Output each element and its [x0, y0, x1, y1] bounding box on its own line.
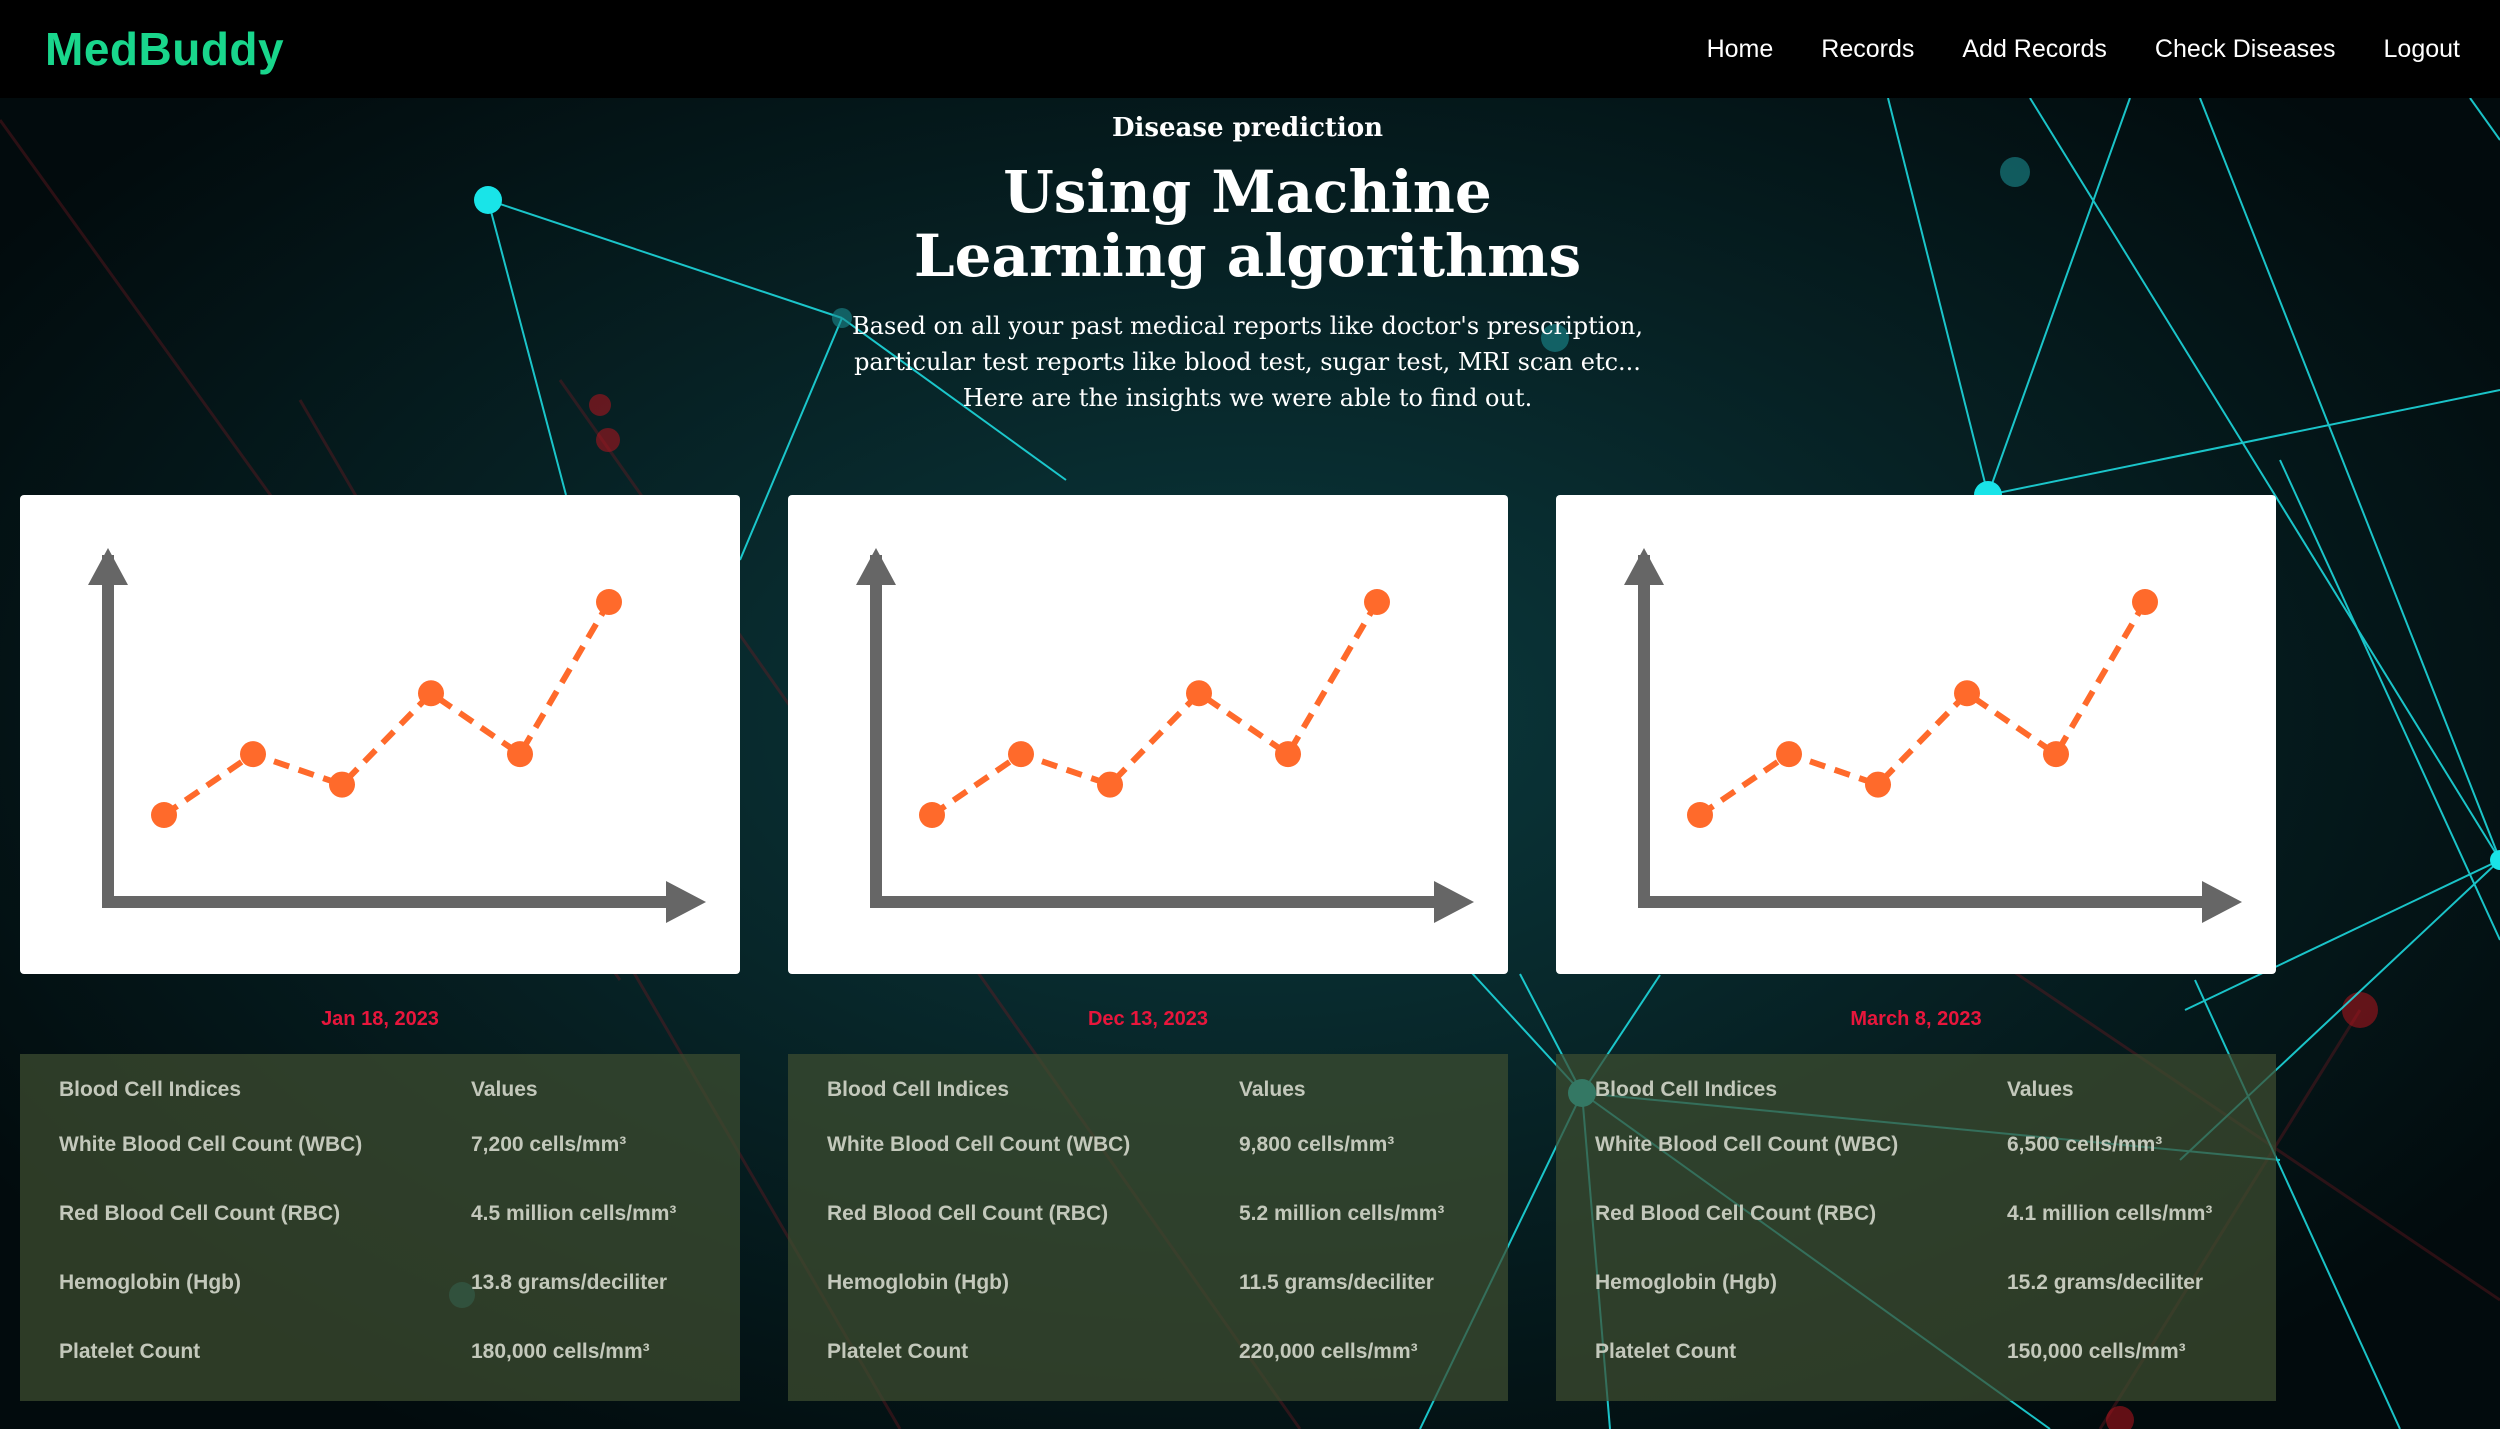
report-card-3: March 8, 2023 Blood Cell Indices Values … — [1556, 495, 2276, 1401]
row-value: 15.2 grams/deciliter — [2007, 1270, 2204, 1294]
table-row: White Blood Cell Count (WBC) 9,800 cells… — [827, 1110, 1508, 1179]
table-header-row: Blood Cell Indices Values — [59, 1066, 740, 1110]
data-point — [1275, 741, 1301, 768]
row-value: 4.5 million cells/mm³ — [471, 1201, 677, 1225]
trend-chart — [88, 548, 706, 923]
table-header-row: Blood Cell Indices Values — [827, 1066, 1508, 1110]
data-point — [329, 771, 355, 798]
data-point — [1008, 741, 1034, 768]
data-point — [240, 741, 266, 768]
blood-cell-table: Blood Cell Indices Values White Blood Ce… — [788, 1054, 1508, 1401]
header-value: Values — [471, 1078, 538, 1101]
table-row: Red Blood Cell Count (RBC) 5.2 million c… — [827, 1179, 1508, 1248]
data-point — [151, 802, 177, 828]
row-value: 4.1 million cells/mm³ — [2007, 1201, 2213, 1225]
series-line — [1698, 600, 2148, 818]
y-axis-arrow — [1624, 548, 1664, 585]
data-point — [1097, 771, 1123, 798]
row-value: 220,000 cells/mm³ — [1239, 1339, 1418, 1363]
row-value: 7,200 cells/mm³ — [471, 1132, 627, 1156]
header-index: Blood Cell Indices — [827, 1078, 1010, 1101]
series-line — [930, 600, 1380, 818]
nav-home-link[interactable]: Home — [1707, 35, 1774, 64]
nav-logout-link[interactable]: Logout — [2384, 35, 2460, 64]
trend-chart — [856, 548, 1474, 923]
table-row: Platelet Count 180,000 cells/mm³ — [59, 1317, 740, 1386]
table-header-row: Blood Cell Indices Values — [1595, 1066, 2276, 1110]
report-date: Dec 13, 2023 — [1087, 1008, 1209, 1030]
report-date: March 8, 2023 — [1850, 1008, 1982, 1030]
row-index: Platelet Count — [827, 1339, 969, 1363]
hero-section: Disease prediction Using Machine Learnin… — [700, 98, 1795, 416]
data-point — [507, 741, 533, 768]
row-value: 9,800 cells/mm³ — [1239, 1132, 1395, 1156]
nav-check-diseases-link[interactable]: Check Diseases — [2155, 35, 2336, 64]
table-row: Platelet Count 150,000 cells/mm³ — [1595, 1317, 2276, 1386]
header-index: Blood Cell Indices — [1595, 1078, 1778, 1101]
data-point — [596, 589, 622, 615]
report-card-2: Dec 13, 2023 Blood Cell Indices Values W… — [788, 495, 1508, 1401]
table-row: Hemoglobin (Hgb) 13.8 grams/deciliter — [59, 1248, 740, 1317]
data-point — [1687, 802, 1713, 828]
table-row: Hemoglobin (Hgb) 11.5 grams/deciliter — [827, 1248, 1508, 1317]
row-index: Hemoglobin (Hgb) — [827, 1270, 1009, 1294]
data-point — [919, 802, 945, 828]
trend-chart-image — [788, 495, 1508, 974]
data-point — [1865, 771, 1891, 798]
y-axis-arrow — [856, 548, 896, 585]
header-index: Blood Cell Indices — [59, 1078, 242, 1101]
data-point — [418, 680, 444, 707]
nav-links: Home Records Add Records Check Diseases … — [1659, 35, 2460, 64]
row-value: 11.5 grams/deciliter — [1239, 1270, 1434, 1294]
row-value: 150,000 cells/mm³ — [2007, 1339, 2186, 1363]
x-axis-arrow — [2202, 881, 2242, 923]
table-row: Hemoglobin (Hgb) 15.2 grams/deciliter — [1595, 1248, 2276, 1317]
report-date: Jan 18, 2023 — [321, 1008, 439, 1030]
row-index: White Blood Cell Count (WBC) — [827, 1132, 1131, 1156]
row-value: 13.8 grams/deciliter — [471, 1270, 668, 1294]
data-point — [1954, 680, 1980, 707]
data-point — [2132, 589, 2158, 615]
row-value: 6,500 cells/mm³ — [2007, 1132, 2163, 1156]
data-point — [1776, 741, 1802, 768]
row-value: 5.2 million cells/mm³ — [1239, 1201, 1445, 1225]
header-value: Values — [1239, 1078, 1306, 1101]
trend-chart-image — [20, 495, 740, 974]
row-index: Red Blood Cell Count (RBC) — [1595, 1201, 1877, 1225]
row-index: Platelet Count — [1595, 1339, 1737, 1363]
y-axis-arrow — [88, 548, 128, 585]
series-line — [162, 600, 612, 818]
data-point — [1186, 680, 1212, 707]
row-index: Hemoglobin (Hgb) — [1595, 1270, 1777, 1294]
row-value: 180,000 cells/mm³ — [471, 1339, 650, 1363]
row-index: White Blood Cell Count (WBC) — [59, 1132, 363, 1156]
table-row: White Blood Cell Count (WBC) 7,200 cells… — [59, 1110, 740, 1179]
top-navbar: MedBuddy Home Records Add Records Check … — [0, 0, 2500, 98]
hero-subtitle: Based on all your past medical reports l… — [852, 312, 1643, 412]
table-row: Red Blood Cell Count (RBC) 4.1 million c… — [1595, 1179, 2276, 1248]
table-row: Red Blood Cell Count (RBC) 4.5 million c… — [59, 1179, 740, 1248]
table-row: Platelet Count 220,000 cells/mm³ — [827, 1317, 1508, 1386]
hero-eyebrow: Disease prediction — [1111, 113, 1384, 143]
row-index: Red Blood Cell Count (RBC) — [827, 1201, 1109, 1225]
blood-cell-table: Blood Cell Indices Values White Blood Ce… — [1556, 1054, 2276, 1401]
trend-chart-image — [1556, 495, 2276, 974]
report-card-1: Jan 18, 2023 Blood Cell Indices Values W… — [20, 495, 740, 1401]
nav-records-link[interactable]: Records — [1821, 35, 1914, 64]
hero-title: Using Machine Learning algorithms — [913, 158, 1582, 290]
row-index: Platelet Count — [59, 1339, 201, 1363]
x-axis-arrow — [1434, 881, 1474, 923]
table-row: White Blood Cell Count (WBC) 6,500 cells… — [1595, 1110, 2276, 1179]
row-index: Red Blood Cell Count (RBC) — [59, 1201, 341, 1225]
data-point — [2043, 741, 2069, 768]
x-axis-arrow — [666, 881, 706, 923]
blood-cell-table: Blood Cell Indices Values White Blood Ce… — [20, 1054, 740, 1401]
row-index: White Blood Cell Count (WBC) — [1595, 1132, 1899, 1156]
trend-chart — [1624, 548, 2242, 923]
row-index: Hemoglobin (Hgb) — [59, 1270, 241, 1294]
nav-add-records-link[interactable]: Add Records — [1962, 35, 2107, 64]
brand-logo[interactable]: MedBuddy — [45, 22, 284, 76]
header-value: Values — [2007, 1078, 2074, 1101]
data-point — [1364, 589, 1390, 615]
